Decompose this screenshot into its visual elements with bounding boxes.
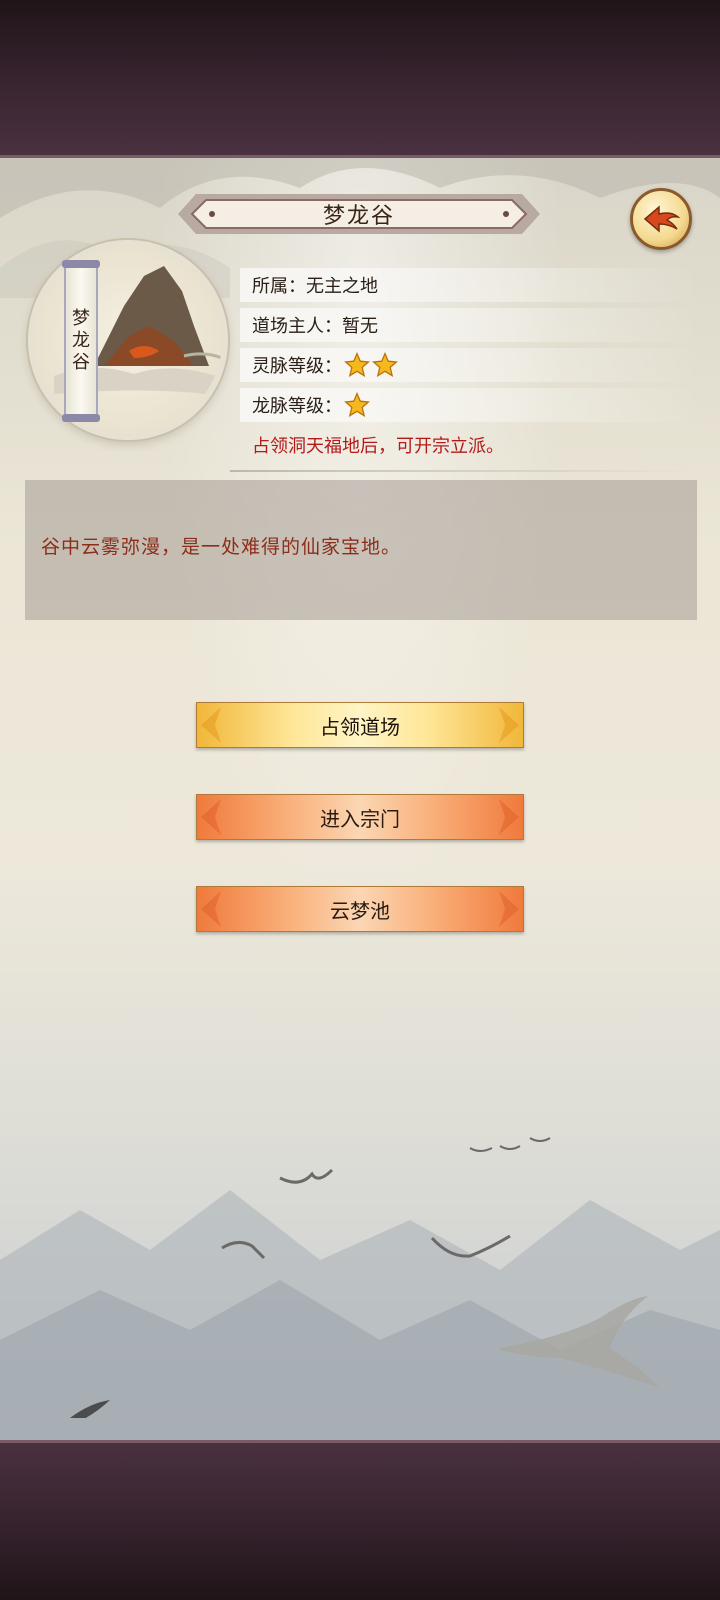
affiliation-text: 所属：无主之地 bbox=[252, 276, 378, 297]
page-title: 梦龙谷 bbox=[322, 204, 395, 229]
back-button[interactable] bbox=[630, 188, 692, 250]
cloud-dream-pool-label: 云梦池 bbox=[330, 898, 390, 923]
occupy-dojo-button[interactable]: 占领道场 bbox=[196, 702, 524, 748]
spirit-vein-label: 灵脉等级： bbox=[252, 356, 342, 377]
enter-sect-label: 进入宗门 bbox=[320, 806, 400, 831]
description-box: 谷中云雾弥漫，是一处难得的仙家宝地。 bbox=[25, 480, 697, 620]
location-name-scroll: 梦龙谷 bbox=[62, 260, 100, 422]
occupy-notice: 占领洞天福地后，可开宗立派。 bbox=[252, 436, 504, 457]
enter-sect-button[interactable]: 进入宗门 bbox=[196, 794, 524, 840]
scroll-location-name: 梦龙谷 bbox=[72, 308, 90, 373]
occupy-dojo-label: 占领道场 bbox=[320, 714, 400, 739]
cloud-dream-pool-button[interactable]: 云梦池 bbox=[196, 886, 524, 932]
button-ornament-icon bbox=[201, 707, 221, 743]
scroll-bottom-cap bbox=[62, 414, 100, 422]
scroll-top-cap bbox=[62, 260, 100, 268]
back-arrow-icon bbox=[643, 205, 681, 233]
button-ornament-icon bbox=[201, 799, 221, 835]
mountain-image bbox=[54, 266, 222, 396]
star-icon bbox=[344, 392, 370, 417]
info-divider bbox=[230, 470, 690, 472]
affiliation-row: 所属：无主之地 bbox=[240, 268, 700, 302]
dragon-vein-row: 龙脉等级： bbox=[240, 388, 700, 422]
top-frame bbox=[0, 0, 720, 158]
star-icon bbox=[372, 352, 398, 377]
dragon-vein-stars bbox=[344, 392, 370, 418]
button-ornament-icon bbox=[499, 707, 519, 743]
button-ornament-icon bbox=[201, 891, 221, 927]
owner-row: 道场主人：暂无 bbox=[240, 308, 700, 342]
spirit-vein-stars bbox=[344, 352, 398, 378]
bottom-frame bbox=[0, 1440, 720, 1600]
owner-text: 道场主人：暂无 bbox=[252, 316, 378, 337]
dragon-vein-label: 龙脉等级： bbox=[252, 396, 342, 417]
cranes-decoration bbox=[70, 1137, 660, 1418]
location-medallion bbox=[28, 240, 228, 440]
button-ornament-icon bbox=[499, 891, 519, 927]
title-plate: 梦龙谷 bbox=[178, 188, 540, 240]
spirit-vein-row: 灵脉等级： bbox=[240, 348, 700, 382]
star-icon bbox=[344, 352, 370, 377]
description-text: 谷中云雾弥漫，是一处难得的仙家宝地。 bbox=[41, 536, 402, 558]
button-ornament-icon bbox=[499, 799, 519, 835]
